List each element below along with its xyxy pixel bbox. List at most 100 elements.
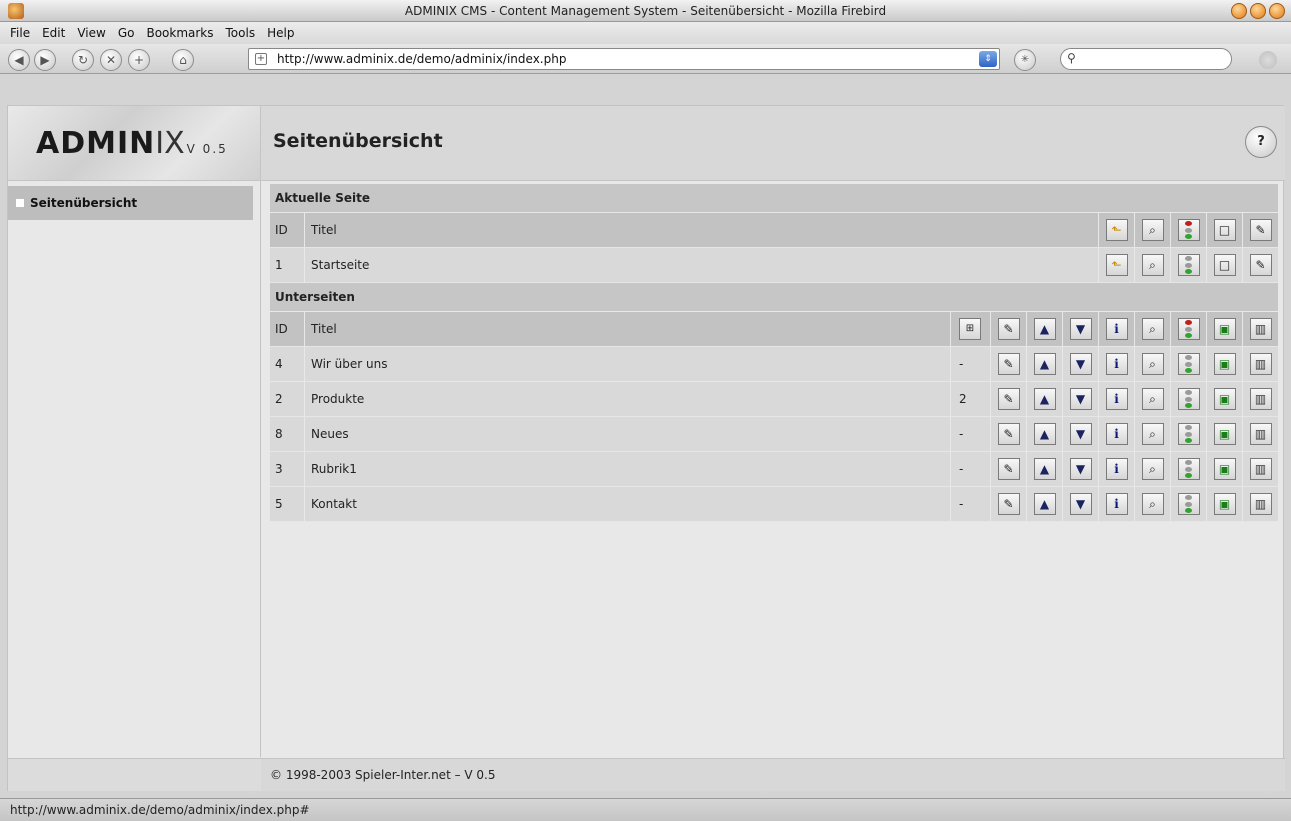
new-page-icon[interactable]: □ [1213,254,1236,276]
edit-icon[interactable]: ✎ [1249,219,1272,241]
back-button[interactable]: ◀ [8,49,30,71]
publish-icon[interactable]: ▣ [1213,493,1236,515]
row-subpage-count[interactable]: - [950,452,990,486]
move-down-icon[interactable]: ▼ [1069,388,1092,410]
address-dropdown-button[interactable]: ⇕ [979,51,997,67]
edit-icon[interactable]: ✎ [1249,254,1272,276]
up-folder-icon[interactable]: ⬑ [1105,254,1128,276]
move-up-icon[interactable]: ▲ [1033,353,1056,375]
row-title[interactable]: Kontakt [304,487,950,521]
row-subpage-count[interactable]: - [950,347,990,381]
menu-edit[interactable]: Edit [36,26,71,40]
delete-icon[interactable]: ▥ [1249,353,1272,375]
menu-tools[interactable]: Tools [220,26,262,40]
new-page-icon[interactable]: □ [1213,219,1236,241]
info-icon[interactable]: i [1105,388,1128,410]
help-button[interactable]: ? [1245,126,1277,158]
preview-icon[interactable]: ⌕ [1141,219,1164,241]
menu-help[interactable]: Help [261,26,300,40]
edit-icon[interactable]: ✎ [997,318,1020,340]
move-down-icon[interactable]: ▼ [1069,353,1092,375]
delete-icon[interactable]: ▥ [1249,388,1272,410]
status-light-icon[interactable] [1177,423,1200,445]
move-up-icon[interactable]: ▲ [1033,388,1056,410]
edit-icon[interactable]: ✎ [997,388,1020,410]
status-light-icon[interactable] [1177,458,1200,480]
go-button[interactable]: ✳ [1014,49,1036,71]
row-title[interactable]: Wir über uns [304,347,950,381]
edit-icon[interactable]: ✎ [997,423,1020,445]
search-input[interactable]: ⚲ [1060,48,1232,70]
menu-bookmarks[interactable]: Bookmarks [140,26,219,40]
delete-icon[interactable]: ▥ [1249,423,1272,445]
move-up-icon[interactable]: ▲ [1033,458,1056,480]
stop-button[interactable]: ✕ [100,49,122,71]
move-up-icon[interactable]: ▲ [1033,318,1056,340]
status-light-icon[interactable] [1177,493,1200,515]
address-bar[interactable]: + http://www.adminix.de/demo/adminix/ind… [248,48,1000,70]
preview-icon[interactable]: ⌕ [1141,353,1164,375]
move-down-icon[interactable]: ▼ [1069,423,1092,445]
preview-icon[interactable]: ⌕ [1141,254,1164,276]
menu-view[interactable]: View [71,26,111,40]
status-light-icon[interactable] [1177,353,1200,375]
publish-icon[interactable]: ▣ [1213,353,1236,375]
status-light-icon[interactable] [1177,254,1200,276]
forward-button[interactable]: ▶ [34,49,56,71]
table-row[interactable]: 8 Neues - ✎ ▲ ▼ i ⌕ ▣ ▥ [270,417,1278,452]
home-button[interactable]: ⌂ [172,49,194,71]
sidebar-item-seitenuebersicht[interactable]: Seitenübersicht [8,186,253,220]
publish-icon[interactable]: ▣ [1213,388,1236,410]
row-title[interactable]: Rubrik1 [304,452,950,486]
preview-icon[interactable]: ⌕ [1141,493,1164,515]
row-title[interactable]: Neues [304,417,950,451]
row-subpage-count[interactable]: 2 [950,382,990,416]
table-row[interactable]: 2 Produkte 2 ✎ ▲ ▼ i ⌕ ▣ ▥ [270,382,1278,417]
traffic-light [1185,460,1193,478]
move-up-icon[interactable]: ▲ [1033,423,1056,445]
row-title[interactable]: Startseite [304,248,1098,282]
new-tab-button[interactable]: + [128,49,150,71]
status-light-icon[interactable] [1177,318,1200,340]
preview-icon[interactable]: ⌕ [1141,423,1164,445]
move-down-icon[interactable]: ▼ [1069,458,1092,480]
delete-icon[interactable]: ▥ [1249,318,1272,340]
row-subpage-count[interactable]: - [950,417,990,451]
row-subpage-count[interactable]: - [950,487,990,521]
status-light-icon[interactable] [1177,388,1200,410]
status-light-icon[interactable] [1177,219,1200,241]
delete-icon[interactable]: ▥ [1249,493,1272,515]
minimize-window-button[interactable] [1231,3,1247,19]
edit-icon[interactable]: ✎ [997,353,1020,375]
move-up-icon[interactable]: ▲ [1033,493,1056,515]
close-window-button[interactable] [1269,3,1285,19]
row-title[interactable]: Produkte [304,382,950,416]
maximize-window-button[interactable] [1250,3,1266,19]
current-page-row[interactable]: 1 Startseite ⬑ ⌕ □ ✎ [270,248,1278,283]
edit-icon[interactable]: ✎ [997,458,1020,480]
table-row[interactable]: 4 Wir über uns - ✎ ▲ ▼ i ⌕ ▣ ▥ [270,347,1278,382]
edit-icon[interactable]: ✎ [997,493,1020,515]
menu-file[interactable]: File [4,26,36,40]
publish-icon[interactable]: ▣ [1213,458,1236,480]
info-icon[interactable]: i [1105,318,1128,340]
info-icon[interactable]: i [1105,493,1128,515]
info-icon[interactable]: i [1105,458,1128,480]
info-icon[interactable]: i [1105,353,1128,375]
menu-go[interactable]: Go [112,26,141,40]
preview-icon[interactable]: ⌕ [1141,388,1164,410]
preview-icon[interactable]: ⌕ [1141,458,1164,480]
table-row[interactable]: 3 Rubrik1- ✎ ▲ ▼ i ⌕ ▣ ▥ [270,452,1278,487]
firebird-app-icon[interactable] [8,3,24,19]
address-url[interactable]: http://www.adminix.de/demo/adminix/index… [277,52,566,66]
move-down-icon[interactable]: ▼ [1069,318,1092,340]
move-down-icon[interactable]: ▼ [1069,493,1092,515]
publish-icon[interactable]: ▣ [1213,423,1236,445]
publish-icon[interactable]: ▣ [1213,318,1236,340]
reload-button[interactable]: ↻ [72,49,94,71]
preview-icon[interactable]: ⌕ [1141,318,1164,340]
table-row[interactable]: 5 Kontakt - ✎ ▲ ▼ i ⌕ ▣ ▥ [270,487,1278,522]
up-folder-icon[interactable]: ⬑ [1105,219,1128,241]
delete-icon[interactable]: ▥ [1249,458,1272,480]
info-icon[interactable]: i [1105,423,1128,445]
